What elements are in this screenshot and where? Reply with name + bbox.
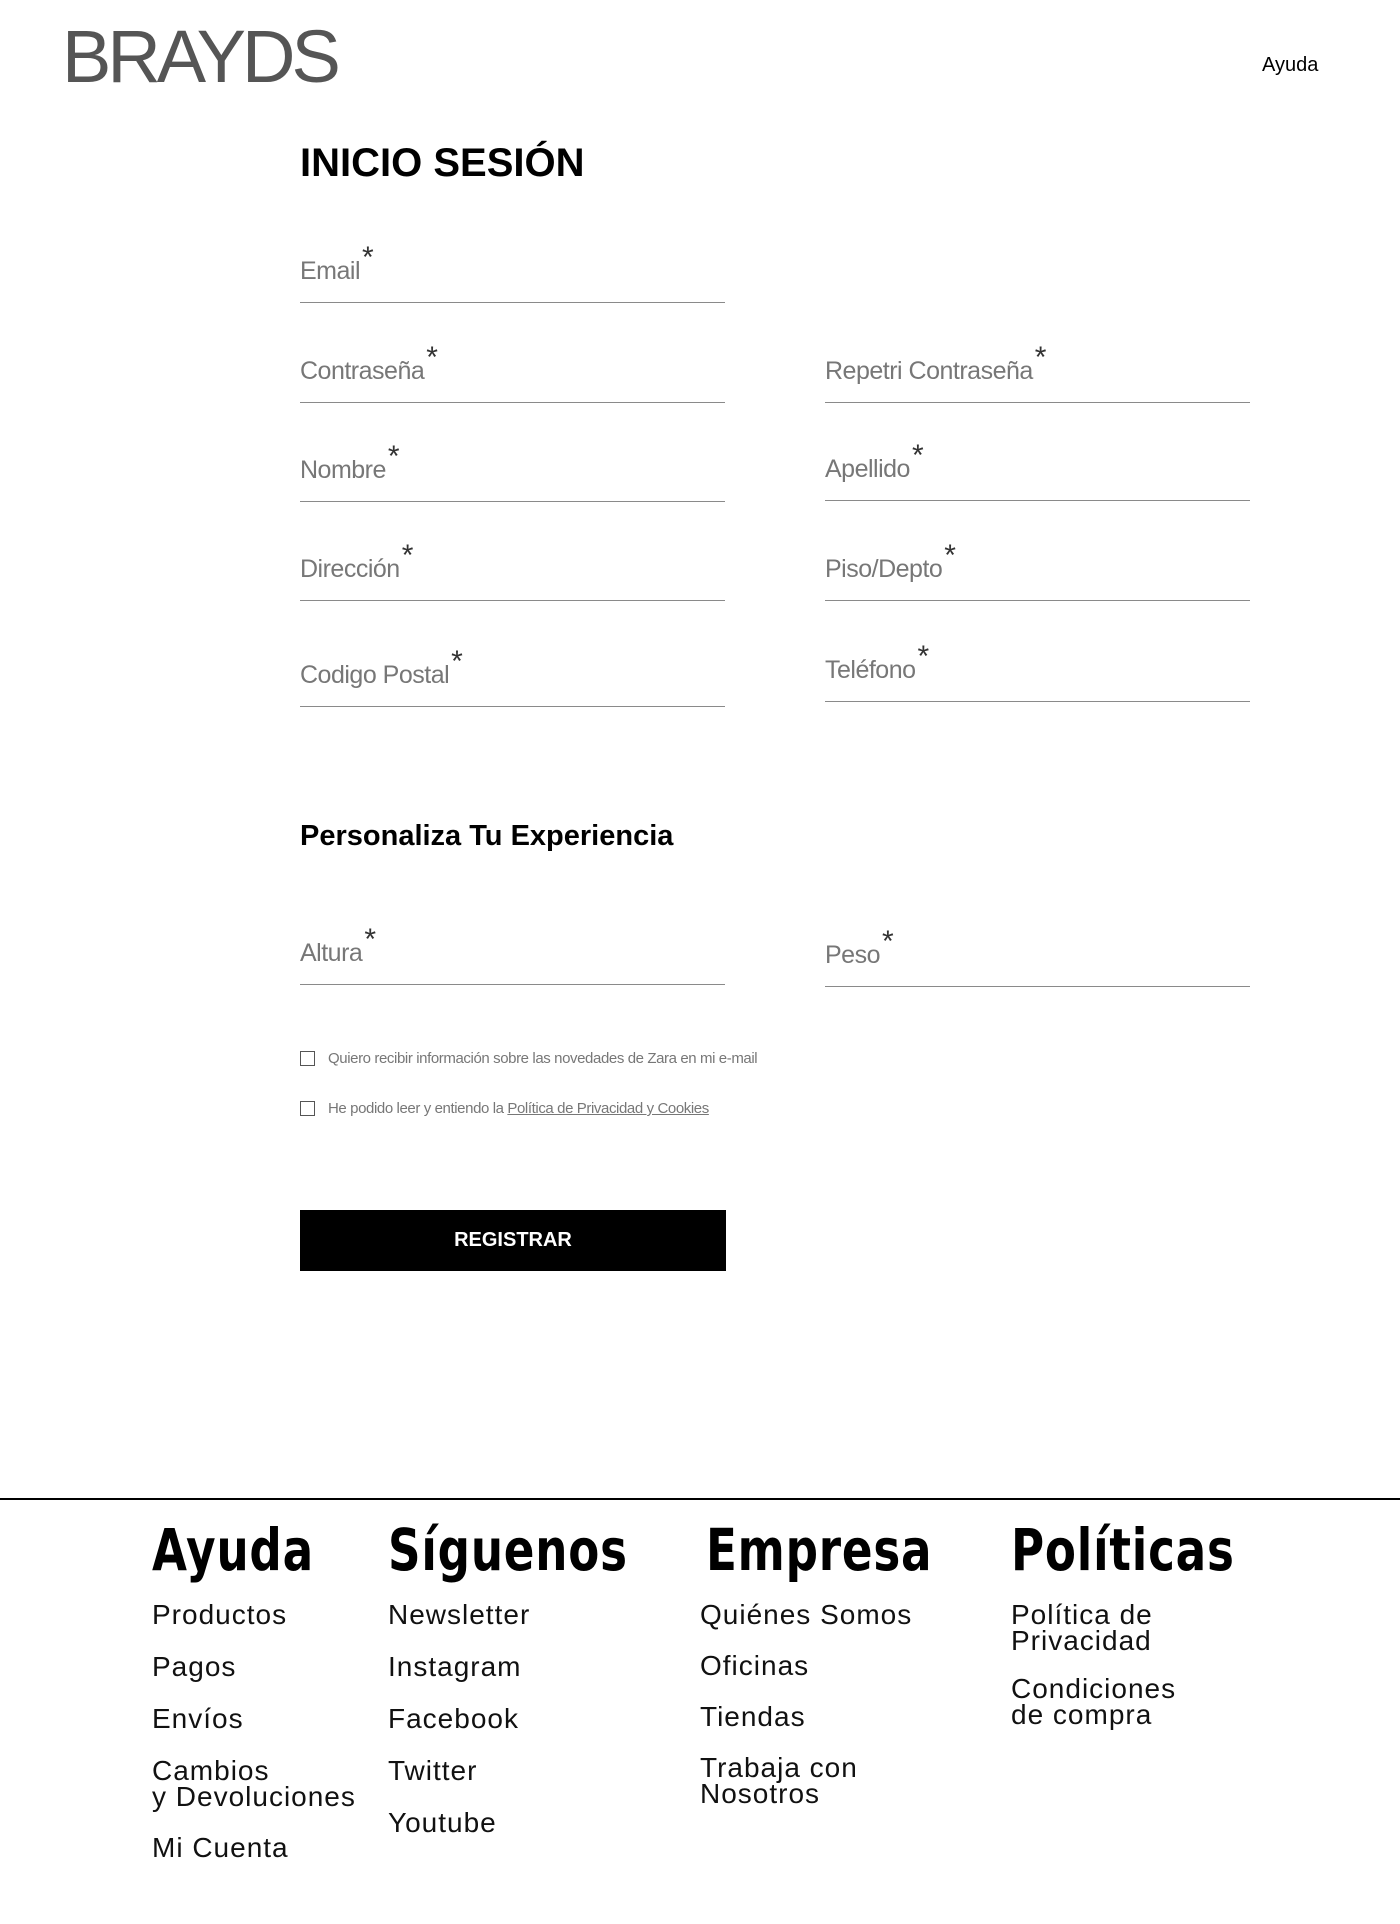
footer-link-twitter[interactable]: Twitter <box>388 1757 628 1785</box>
password-underline <box>300 402 725 403</box>
footer-link-terms[interactable]: Condiciones de compra <box>1011 1675 1251 1729</box>
height-underline <box>300 984 725 985</box>
footer-link-account[interactable]: Mi Cuenta <box>152 1834 392 1862</box>
password-field[interactable]: Contraseña* <box>300 341 725 403</box>
repeat-password-underline <box>825 402 1250 403</box>
brand-logo[interactable]: BRAYDS <box>62 20 341 94</box>
address-field[interactable]: Dirección* <box>300 539 725 601</box>
newsletter-label: Quiero recibir información sobre las nov… <box>328 1050 758 1067</box>
newsletter-option: Quiero recibir información sobre las nov… <box>300 1050 758 1067</box>
footer-divider <box>0 1498 1400 1500</box>
first-name-underline <box>300 501 725 502</box>
required-mark: * <box>944 539 956 572</box>
footer-heading: Ayuda <box>152 1516 314 1584</box>
address-underline <box>300 600 725 601</box>
footer-link-offices[interactable]: Oficinas <box>700 1652 940 1680</box>
first-name-label: Nombre* <box>300 440 400 484</box>
footer-column-follow: Síguenos Newsletter Instagram Facebook T… <box>388 1510 695 1837</box>
required-mark: * <box>426 341 438 374</box>
weight-field[interactable]: Peso* <box>825 925 1250 987</box>
repeat-password-field[interactable]: Repetri Contraseña* <box>825 341 1250 403</box>
footer-column-company: Empresa Quiénes Somos Oficinas Tiendas T… <box>700 1510 996 1808</box>
newsletter-checkbox[interactable] <box>300 1051 315 1066</box>
required-mark: * <box>917 640 930 673</box>
required-mark: * <box>364 923 376 956</box>
footer-link-products[interactable]: Productos <box>152 1601 392 1629</box>
footer-link-newsletter[interactable]: Newsletter <box>388 1601 628 1629</box>
footer-heading: Políticas <box>1011 1516 1235 1584</box>
footer-column-policies: Políticas Política de Privacidad Condici… <box>1011 1510 1298 1729</box>
footer-link-shipping[interactable]: Envíos <box>152 1705 392 1733</box>
footer-link-payments[interactable]: Pagos <box>152 1653 392 1681</box>
required-mark: * <box>1034 341 1047 374</box>
apartment-underline <box>825 600 1250 601</box>
footer-heading: Síguenos <box>388 1516 628 1584</box>
email-label: Email* <box>300 241 374 285</box>
help-link[interactable]: Ayuda <box>1262 55 1318 75</box>
address-label: Dirección* <box>300 539 413 583</box>
privacy-checkbox[interactable] <box>300 1101 315 1116</box>
footer-link-privacy[interactable]: Política de Privacidad <box>1011 1601 1251 1655</box>
first-name-field[interactable]: Nombre* <box>300 440 725 502</box>
required-mark: * <box>451 645 463 678</box>
required-mark: * <box>881 925 894 958</box>
required-mark: * <box>387 440 400 473</box>
personalize-heading: Personaliza Tu Experiencia <box>300 820 674 852</box>
privacy-policy-link[interactable]: Política de Privacidad y Cookies <box>507 1100 709 1117</box>
register-button[interactable]: REGISTRAR <box>300 1210 726 1271</box>
page-title: INICIO SESIÓN <box>300 141 585 185</box>
phone-field[interactable]: Teléfono* <box>825 640 1250 702</box>
footer-heading: Empresa <box>706 1516 933 1584</box>
postal-code-field[interactable]: Codigo Postal* <box>300 645 725 707</box>
phone-label: Teléfono* <box>825 640 929 684</box>
weight-underline <box>825 986 1250 987</box>
privacy-option: He podido leer y entiendo la Política de… <box>300 1100 709 1117</box>
footer-link-careers[interactable]: Trabaja con Nosotros <box>700 1754 940 1808</box>
email-field[interactable]: Email* <box>300 241 725 303</box>
last-name-field[interactable]: Apellido* <box>825 439 1250 501</box>
repeat-password-label: Repetri Contraseña* <box>825 341 1046 385</box>
footer-link-about[interactable]: Quiénes Somos <box>700 1601 960 1629</box>
email-underline <box>300 302 725 303</box>
required-mark: * <box>911 439 924 472</box>
privacy-label: He podido leer y entiendo la Política de… <box>328 1100 709 1117</box>
footer-link-instagram[interactable]: Instagram <box>388 1653 628 1681</box>
required-mark: * <box>362 241 374 274</box>
footer-link-stores[interactable]: Tiendas <box>700 1703 940 1731</box>
phone-underline <box>825 701 1250 702</box>
postal-code-underline <box>300 706 725 707</box>
apartment-field[interactable]: Piso/Depto* <box>825 539 1250 601</box>
footer-link-facebook[interactable]: Facebook <box>388 1705 628 1733</box>
postal-code-label: Codigo Postal* <box>300 645 463 689</box>
weight-label: Peso* <box>825 925 894 969</box>
password-label: Contraseña* <box>300 341 438 385</box>
last-name-label: Apellido* <box>825 439 924 483</box>
height-label: Altura* <box>300 923 376 967</box>
apartment-label: Piso/Depto* <box>825 539 956 583</box>
required-mark: * <box>401 539 414 572</box>
footer-column-help: Ayuda Productos Pagos Envíos Cambios y D… <box>152 1510 360 1862</box>
last-name-underline <box>825 500 1250 501</box>
height-field[interactable]: Altura* <box>300 923 725 985</box>
footer-link-youtube[interactable]: Youtube <box>388 1809 628 1837</box>
